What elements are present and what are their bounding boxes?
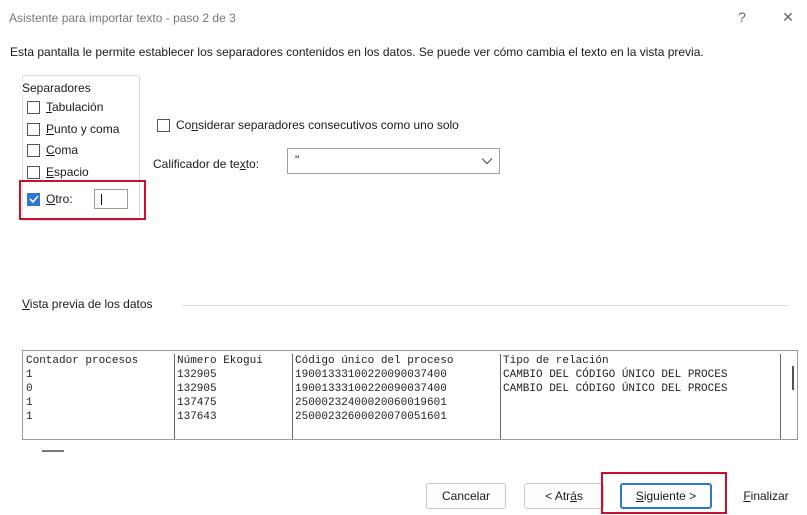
preview-column-header: Número Ekogui [177,355,263,367]
checkbox-box[interactable] [27,143,40,157]
preview-cell: 1 [26,411,33,423]
text-qualifier-label: Calificador de texto: [153,157,260,171]
otro-separator-input[interactable] [94,189,128,209]
column-divider[interactable] [500,354,501,439]
close-icon[interactable]: ✕ [777,6,799,28]
preview-column-header: Código único del proceso [295,355,454,367]
checkbox-box-checked[interactable] [27,192,40,206]
preview-column-1: Contador procesos 1 0 1 1 [26,354,138,424]
checkbox-box[interactable] [27,165,40,179]
checkbox-box[interactable] [157,118,170,132]
checkbox-box[interactable] [27,122,40,136]
preview-cell: 1 [26,397,33,409]
column-divider[interactable] [292,354,293,439]
checkbox-label-consecutive: Considerar separadores consecutivos como… [176,118,459,132]
text-qualifier-select[interactable]: " [287,148,500,174]
checkbox-label-coma: Coma [46,143,79,157]
cancel-button[interactable]: Cancelar [426,483,506,509]
back-button[interactable]: < Atr á s [524,483,604,509]
vertical-scrollbar-thumb[interactable] [792,366,794,390]
window-title: Asistente para importar texto - paso 2 d… [9,11,236,25]
checkbox-box[interactable] [27,100,40,114]
preview-cell: 25000232400020060019601 [295,397,447,409]
preview-cell: 19001333100220090037400 [295,383,447,395]
checkbox-label-otro: Otro: [46,192,73,206]
chevron-down-icon[interactable] [481,155,493,167]
preview-column-2: Número Ekogui 132905 132905 137475 13764… [177,354,263,424]
preview-cell: CAMBIO DEL CÓDIGO ÚNICO DEL PROCES [503,383,728,395]
intro-text: Esta pantalla le permite establecer los … [10,45,704,59]
checkbox-espacio[interactable]: Espacio [27,165,89,179]
preview-cell: 1 [26,369,33,381]
text-qualifier-value: " [295,153,300,167]
finish-button[interactable]: Finalizar [731,483,801,509]
preview-column-4: Tipo de relación CAMBIO DEL CÓDIGO ÚNICO… [503,354,727,396]
preview-label: Vista previa de los datos [22,297,153,311]
separators-group-title: Separadores [22,81,91,95]
checkbox-label-espacio: Espacio [46,165,89,179]
text-caret [101,194,102,205]
checkbox-otro[interactable]: Otro: [27,192,73,206]
checkbox-label-tabulacion: Tabulación [46,100,104,114]
preview-cell: CAMBIO DEL CÓDIGO ÚNICO DEL PROCES [503,369,728,381]
checkbox-coma[interactable]: Coma [27,143,78,157]
next-button[interactable]: Siguiente > [620,483,712,509]
preview-column-header: Tipo de relación [503,355,609,367]
column-divider[interactable] [174,354,175,439]
horizontal-scrollbar-thumb[interactable] [42,450,64,452]
preview-cell: 132905 [177,369,217,381]
column-divider[interactable] [780,354,781,439]
preview-cell: 0 [26,383,33,395]
checkbox-label-punto-y-coma: Punto y coma [46,122,120,136]
preview-cell: 132905 [177,383,217,395]
preview-cell: 137643 [177,411,217,423]
checkbox-punto-y-coma[interactable]: Punto y coma [27,122,119,136]
data-preview-box[interactable]: Contador procesos 1 0 1 1 Número Ekogui … [22,350,798,440]
checkbox-consecutive-separators[interactable]: Considerar separadores consecutivos como… [157,118,459,132]
preview-cell: 137475 [177,397,217,409]
title-bar: Asistente para importar texto - paso 2 d… [0,0,807,36]
preview-cell: 25000232600020070051601 [295,411,447,423]
preview-cell: 19001333100220090037400 [295,369,447,381]
preview-column-header: Contador procesos [26,355,139,367]
preview-separator-line [182,305,789,306]
preview-column-3: Código único del proceso 190013331002200… [295,354,453,424]
checkbox-tabulacion[interactable]: Tabulación [27,100,103,114]
help-icon[interactable]: ? [731,6,753,28]
